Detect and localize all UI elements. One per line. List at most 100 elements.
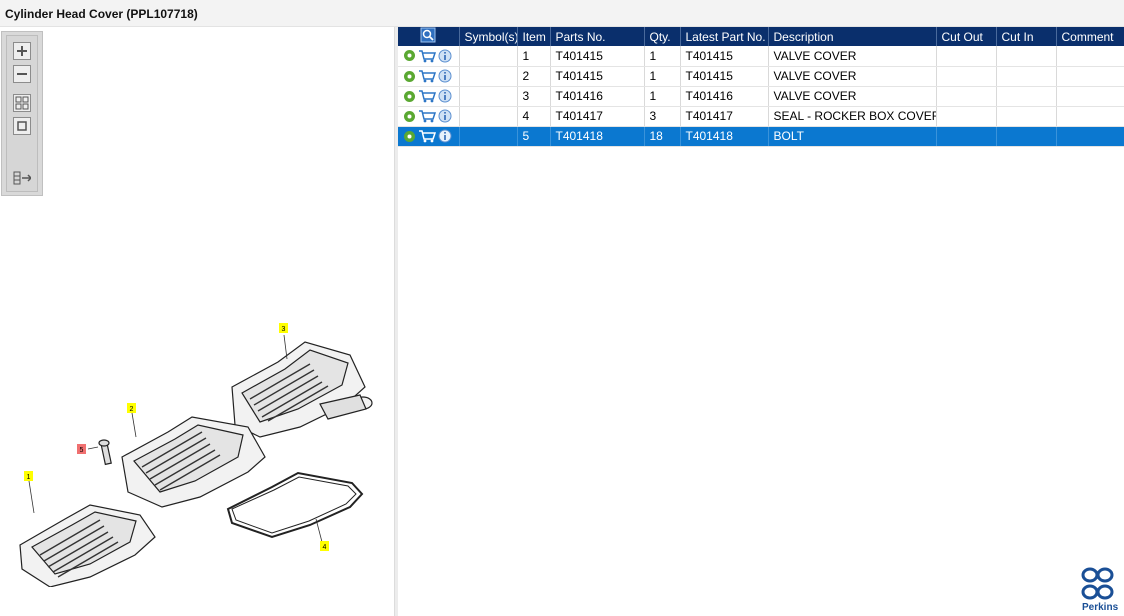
row-actions-cell <box>398 86 460 107</box>
viewer-toolbar <box>1 31 43 196</box>
info-icon[interactable] <box>438 49 452 63</box>
callout-2-label: 2 <box>130 406 134 413</box>
description-cell: BOLT <box>768 126 937 147</box>
info-icon[interactable] <box>438 69 452 83</box>
part-no-cell: T401417 <box>550 106 645 127</box>
part-no-cell: T401416 <box>550 86 645 107</box>
description-cell: VALVE COVER <box>768 86 937 107</box>
valve-cover-3 <box>231 341 373 438</box>
symbols-cell <box>459 66 518 87</box>
latest-part-no-cell: T401415 <box>680 66 769 87</box>
zoom-out-icon[interactable] <box>13 65 31 83</box>
cut-in-cell <box>996 126 1057 147</box>
column-header-description[interactable]: Description <box>768 27 937 46</box>
gear-icon[interactable] <box>403 110 416 123</box>
title-bar: Cylinder Head Cover (PPL107718) <box>0 0 1124 27</box>
column-header-actions[interactable] <box>398 27 460 46</box>
cut-in-cell <box>996 86 1057 107</box>
valve-cover-2 <box>121 416 266 508</box>
row-actions-cell <box>398 66 460 87</box>
symbols-cell <box>459 106 518 127</box>
table-row[interactable]: 2 T401415 1 T401415 VALVE COVER <box>398 66 1124 87</box>
actual-size-icon[interactable] <box>13 117 31 135</box>
gear-icon[interactable] <box>403 130 416 143</box>
row-actions-cell <box>398 126 460 147</box>
cut-out-cell <box>936 86 997 107</box>
comment-cell <box>1056 66 1124 87</box>
valve-cover-1 <box>19 504 156 587</box>
item-cell: 2 <box>517 66 551 87</box>
table-row[interactable]: 1 T401415 1 T401415 VALVE COVER <box>398 46 1124 67</box>
latest-part-no-cell: T401415 <box>680 46 769 67</box>
info-icon[interactable] <box>438 89 452 103</box>
cut-in-cell <box>996 66 1057 87</box>
qty-cell: 1 <box>644 66 681 87</box>
cut-in-cell <box>996 106 1057 127</box>
part-no-cell: T401415 <box>550 66 645 87</box>
info-icon[interactable] <box>438 109 452 123</box>
zoom-in-icon[interactable] <box>13 42 31 60</box>
brand-name: Perkins <box>1082 602 1119 613</box>
export-icon[interactable] <box>13 169 31 187</box>
description-cell: SEAL - ROCKER BOX COVER <box>768 106 937 127</box>
latest-part-no-cell: T401416 <box>680 86 769 107</box>
table-row[interactable]: 5 T401418 18 T401418 BOLT <box>398 126 1124 147</box>
table-row[interactable]: 3 T401416 1 T401416 VALVE COVER <box>398 86 1124 107</box>
latest-part-no-cell: T401418 <box>680 126 769 147</box>
column-header-symbols[interactable]: Symbol(s) <box>459 27 518 46</box>
cart-icon[interactable] <box>418 129 436 143</box>
qty-cell: 1 <box>644 46 681 67</box>
cart-icon[interactable] <box>418 109 436 123</box>
item-cell: 5 <box>517 126 551 147</box>
cart-icon[interactable] <box>418 49 436 63</box>
gear-icon[interactable] <box>403 49 416 62</box>
description-cell: VALVE COVER <box>768 66 937 87</box>
cart-icon[interactable] <box>418 69 436 83</box>
gear-icon[interactable] <box>403 90 416 103</box>
column-header-cut-in[interactable]: Cut In <box>996 27 1057 46</box>
item-cell: 4 <box>517 106 551 127</box>
cut-out-cell <box>936 106 997 127</box>
cut-in-cell <box>996 46 1057 67</box>
symbols-cell <box>459 86 518 107</box>
symbols-cell <box>459 126 518 147</box>
fit-view-icon[interactable] <box>13 94 31 112</box>
comment-cell <box>1056 106 1124 127</box>
column-header-latest-part-no[interactable]: Latest Part No. <box>680 27 769 46</box>
cut-out-cell <box>936 126 997 147</box>
symbols-cell <box>459 46 518 67</box>
info-icon[interactable] <box>438 129 452 143</box>
cart-icon[interactable] <box>418 89 436 103</box>
part-no-cell: T401418 <box>550 126 645 147</box>
perkins-logo: Perkins <box>1078 566 1122 616</box>
callout-1-label: 1 <box>27 474 31 481</box>
column-header-parts-no[interactable]: Parts No. <box>550 27 645 46</box>
description-cell: VALVE COVER <box>768 46 937 67</box>
table-row[interactable]: 4 T401417 3 T401417 SEAL - ROCKER BOX COVER <box>398 106 1124 127</box>
column-header-qty[interactable]: Qty. <box>644 27 681 46</box>
parts-table: Symbol(s) Item Parts No. Qty. Latest Par… <box>398 27 1124 147</box>
window-title: Cylinder Head Cover (PPL107718) <box>5 7 198 21</box>
row-actions-cell <box>398 46 460 67</box>
comment-cell <box>1056 126 1124 147</box>
comment-cell <box>1056 46 1124 67</box>
cut-out-cell <box>936 66 997 87</box>
seal-gasket-4 <box>226 471 364 539</box>
column-header-item[interactable]: Item <box>517 27 551 46</box>
illustration-pane[interactable]: 3 2 1 4 5 <box>0 27 394 616</box>
bolt-5 <box>98 439 112 466</box>
qty-cell: 1 <box>644 86 681 107</box>
part-no-cell: T401415 <box>550 46 645 67</box>
row-actions-cell <box>398 106 460 127</box>
item-cell: 3 <box>517 86 551 107</box>
qty-cell: 3 <box>644 106 681 127</box>
column-header-cut-out[interactable]: Cut Out <box>936 27 997 46</box>
column-header-comment[interactable]: Comment <box>1056 27 1124 46</box>
gear-icon[interactable] <box>403 70 416 83</box>
cut-out-cell <box>936 46 997 67</box>
callout-5-label: 5 <box>80 447 84 454</box>
latest-part-no-cell: T401417 <box>680 106 769 127</box>
exploded-diagram[interactable]: 3 2 1 4 5 <box>10 287 390 587</box>
search-parts-icon <box>420 27 436 43</box>
callout-4-label: 4 <box>323 544 327 551</box>
